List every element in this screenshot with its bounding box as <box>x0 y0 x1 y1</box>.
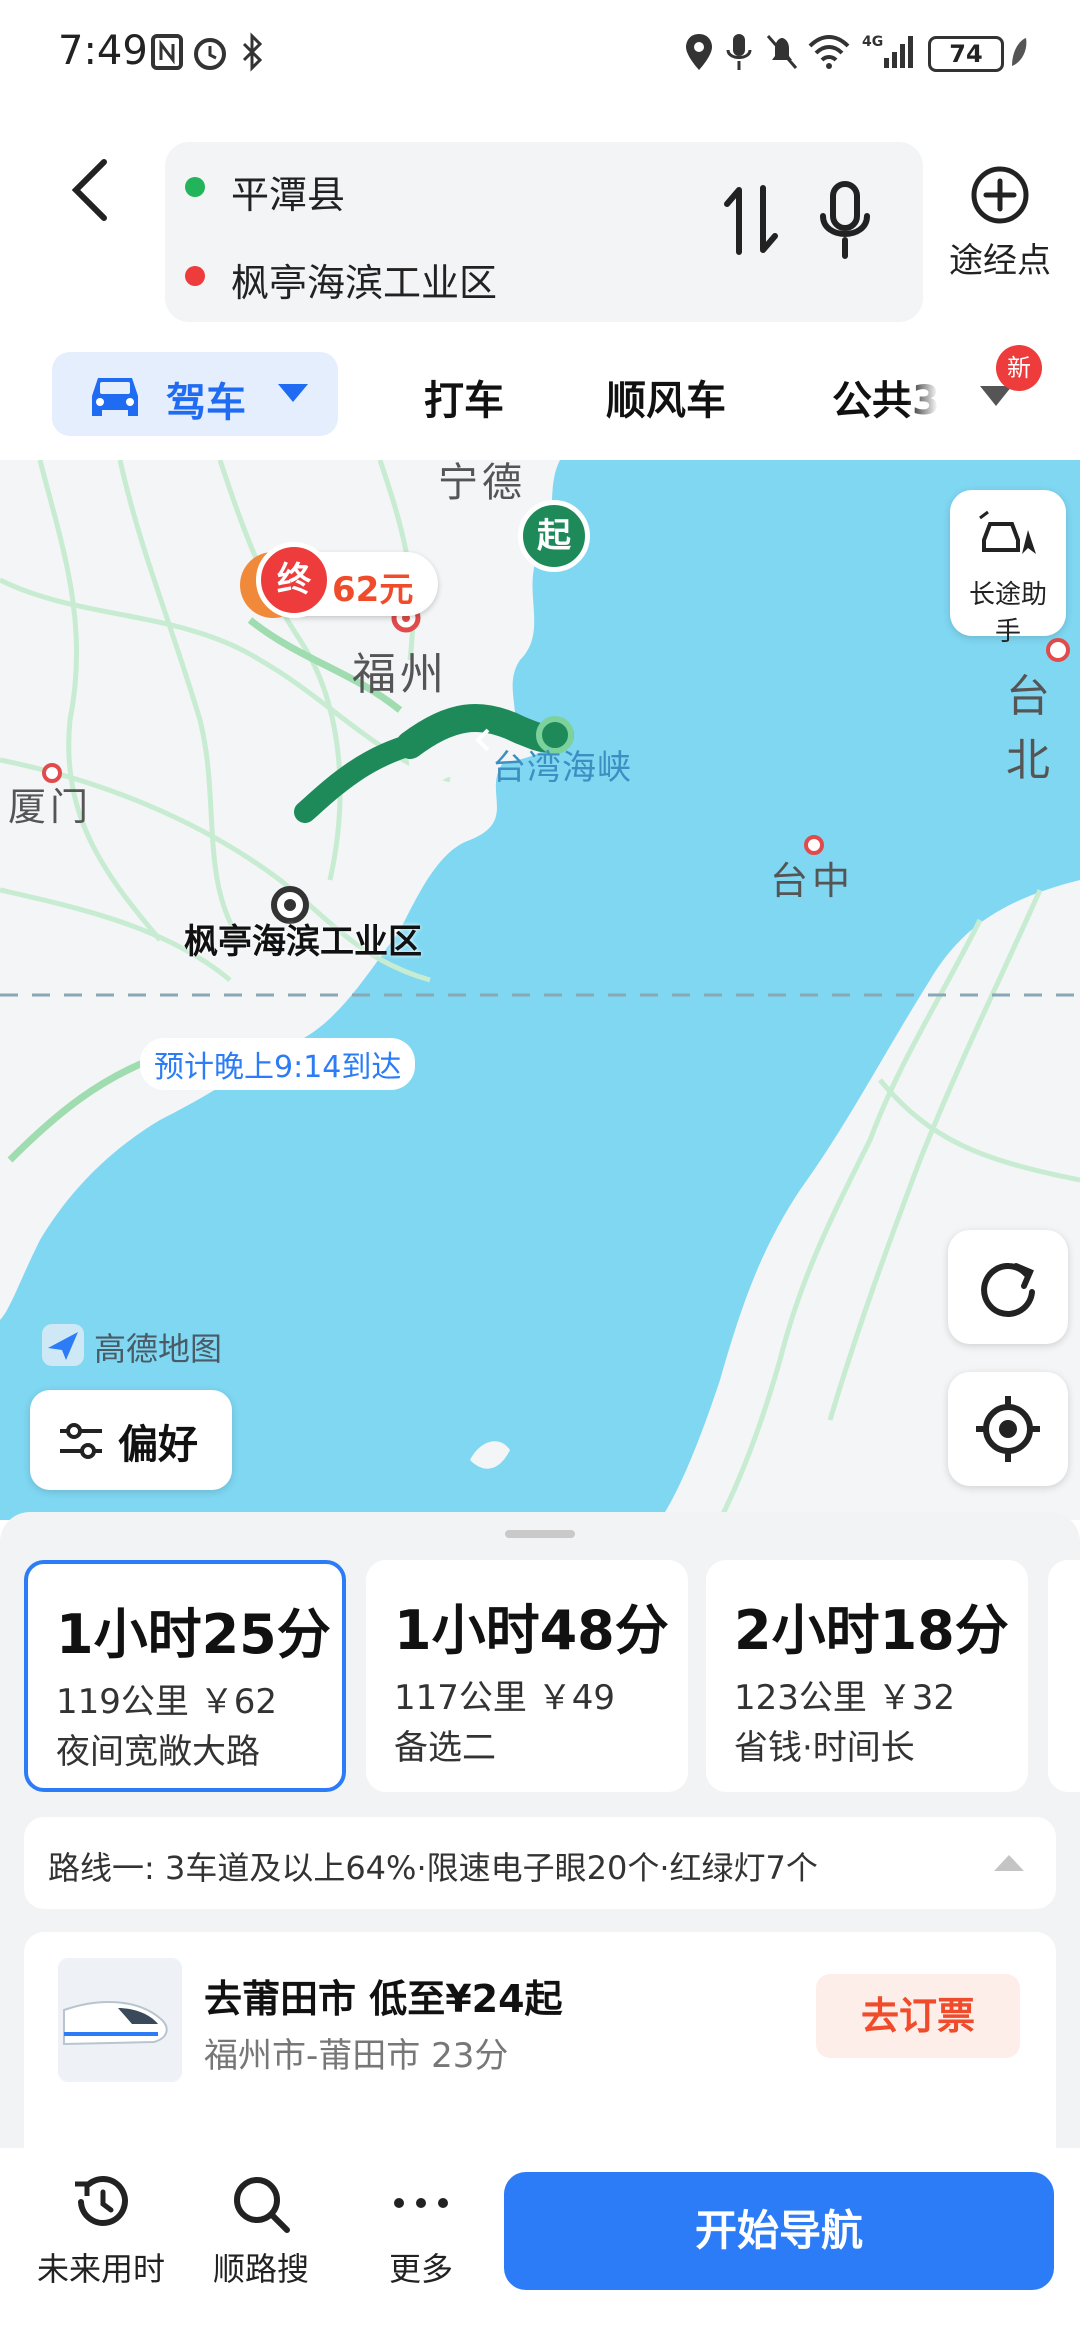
route-card-partial[interactable] <box>1048 1560 1080 1792</box>
route-tag: 备选二 <box>394 1728 496 1768</box>
caret-down-icon[interactable] <box>276 382 310 404</box>
route-distance-cost: 119公里 ￥62 <box>56 1682 277 1722</box>
chevron-left-icon <box>71 159 107 221</box>
map-view[interactable]: 宁德 福州 厦门 台北 台中 台湾海峡 起 62元 终 枫亭海滨工业区 预计晚上… <box>0 460 1080 1520</box>
more-label: 更多 <box>388 2250 453 2288</box>
sheet-drag-handle[interactable] <box>505 1530 575 1538</box>
search-icon <box>234 2177 290 2233</box>
map-label-ningde: 宁德 <box>438 460 526 506</box>
map-label-xiamen: 厦门 <box>8 785 93 829</box>
wifi-icon <box>808 35 850 69</box>
toll-amount: 62元 <box>332 570 414 610</box>
microphone-icon[interactable] <box>815 178 875 262</box>
end-marker[interactable]: 终 <box>256 542 332 618</box>
bottom-action-bar: 未来用时 顺路搜 更多 开始导航 <box>0 2148 1080 2340</box>
origin-dot <box>185 177 205 197</box>
along-route-search-label: 顺路搜 <box>212 2250 309 2288</box>
book-ticket-button[interactable]: 去订票 <box>816 1974 1020 2058</box>
more-button[interactable]: 更多 <box>356 2172 486 2290</box>
promo-title: 去莆田市 低至¥24起 <box>204 1977 563 2021</box>
tab-drive-label: 驾车 <box>166 380 246 426</box>
transport-mode-tabs: 驾车 打车 顺风车 公共3 <box>0 348 1080 448</box>
more-dots-icon <box>394 2198 448 2208</box>
train-promo-card[interactable]: 去莆田市 低至¥24起 福州市-莆田市 23分 去订票 <box>24 1932 1056 2152</box>
route-tag: 夜间宽敞大路 <box>56 1732 260 1772</box>
route-distance-cost: 123公里 ￥32 <box>734 1678 955 1718</box>
clock-history-icon <box>75 2176 128 2226</box>
amap-watermark: 高德地图 <box>40 1320 260 1370</box>
amap-watermark-text: 高德地图 <box>94 1330 223 1368</box>
route-distance-cost: 117公里 ￥49 <box>394 1678 615 1718</box>
along-route-search-button[interactable]: 顺路搜 <box>196 2172 326 2290</box>
route-summary-text: 路线一: 3车道及以上64%·限速电子眼20个·红绿灯7个 <box>48 1849 818 1887</box>
status-time: 7:49 <box>58 28 148 74</box>
route-bottom-sheet: 1小时25分 119公里 ￥62 夜间宽敞大路 1小时48分 117公里 ￥49… <box>0 1512 1080 2152</box>
microphone-status-icon <box>726 34 752 70</box>
nfc-icon <box>151 34 183 70</box>
route-input-box[interactable]: 平潭县 枫亭海滨工业区 <box>165 142 923 322</box>
alarm-icon <box>194 38 226 70</box>
route-card-2[interactable]: 1小时48分 117公里 ￥49 备选二 <box>366 1560 688 1792</box>
destination-dot <box>185 266 205 286</box>
start-marker[interactable]: 起 <box>518 500 590 572</box>
map-label-fuzhou: 福州 <box>352 649 448 700</box>
start-navigation-button[interactable]: 开始导航 <box>504 2172 1054 2290</box>
future-time-button[interactable]: 未来用时 <box>36 2172 166 2290</box>
settings-sliders-icon <box>60 1423 102 1459</box>
locate-me-button[interactable] <box>948 1372 1068 1486</box>
location-icon <box>686 34 712 70</box>
svg-text:4G: 4G <box>862 34 883 50</box>
refresh-icon <box>981 1262 1035 1317</box>
car-icon <box>92 378 138 416</box>
caret-up-icon[interactable] <box>992 1851 1026 1873</box>
route-time: 1小时48分 <box>394 1599 669 1662</box>
preference-button[interactable]: 偏好 <box>30 1390 232 1490</box>
amap-logo-icon <box>42 1324 84 1366</box>
new-badge: 新 <box>996 345 1042 391</box>
tab-carpool[interactable]: 顺风车 <box>606 368 726 426</box>
refresh-button[interactable] <box>948 1230 1068 1344</box>
origin-field[interactable]: 平潭县 <box>231 164 345 219</box>
promo-subtitle: 福州市-莆田市 23分 <box>204 2036 509 2076</box>
preference-label: 偏好 <box>118 1422 198 1468</box>
long-trip-assistant-button[interactable]: 长途助手 <box>950 490 1066 647</box>
route-card-1[interactable]: 1小时25分 119公里 ￥62 夜间宽敞大路 <box>24 1560 346 1792</box>
tab-taxi[interactable]: 打车 <box>424 368 504 426</box>
future-time-label: 未来用时 <box>36 2250 165 2288</box>
eta-label: 预计晚上9:14到达 <box>140 1038 416 1090</box>
crosshair-location-icon <box>976 1396 1040 1462</box>
waypoint-label: 途经点 <box>949 241 1051 281</box>
map-label-taizhong: 台中 <box>770 859 855 903</box>
route-time: 1小时25分 <box>56 1603 331 1666</box>
high-speed-train-icon <box>58 1958 182 2082</box>
add-waypoint-button[interactable]: 途经点 <box>940 165 1060 295</box>
map-label-taibei: 台北 <box>1006 671 1054 786</box>
swap-icon[interactable] <box>721 182 781 258</box>
signal-4g-icon: 4G <box>862 34 913 68</box>
battery-indicator: 74 <box>928 36 1004 72</box>
route-card-3[interactable]: 2小时18分 123公里 ￥32 省钱·时间长 <box>706 1560 1028 1792</box>
back-button[interactable] <box>60 150 120 230</box>
leaf-icon <box>1012 38 1027 66</box>
tab-drive[interactable]: 驾车 <box>52 352 338 436</box>
destination-field[interactable]: 枫亭海滨工业区 <box>231 252 497 307</box>
route-tag: 省钱·时间长 <box>734 1728 915 1768</box>
route-summary-bar[interactable]: 路线一: 3车道及以上64%·限速电子眼20个·红绿灯7个 <box>24 1817 1056 1909</box>
bluetooth-icon <box>242 32 263 72</box>
long-trip-assistant-label: 长途助手 <box>968 580 1047 647</box>
destination-map-label: 枫亭海滨工业区 <box>184 922 422 962</box>
mute-bell-icon <box>766 35 798 69</box>
plus-circle-icon <box>971 166 1029 224</box>
tab-public-transit[interactable]: 公共3 <box>832 368 938 426</box>
map-label-strait: 台湾海峡 <box>492 748 632 788</box>
route-time: 2小时18分 <box>734 1599 1009 1662</box>
long-trip-car-icon <box>979 510 1036 554</box>
status-bar: 7:49 4G 74 <box>0 0 1080 110</box>
